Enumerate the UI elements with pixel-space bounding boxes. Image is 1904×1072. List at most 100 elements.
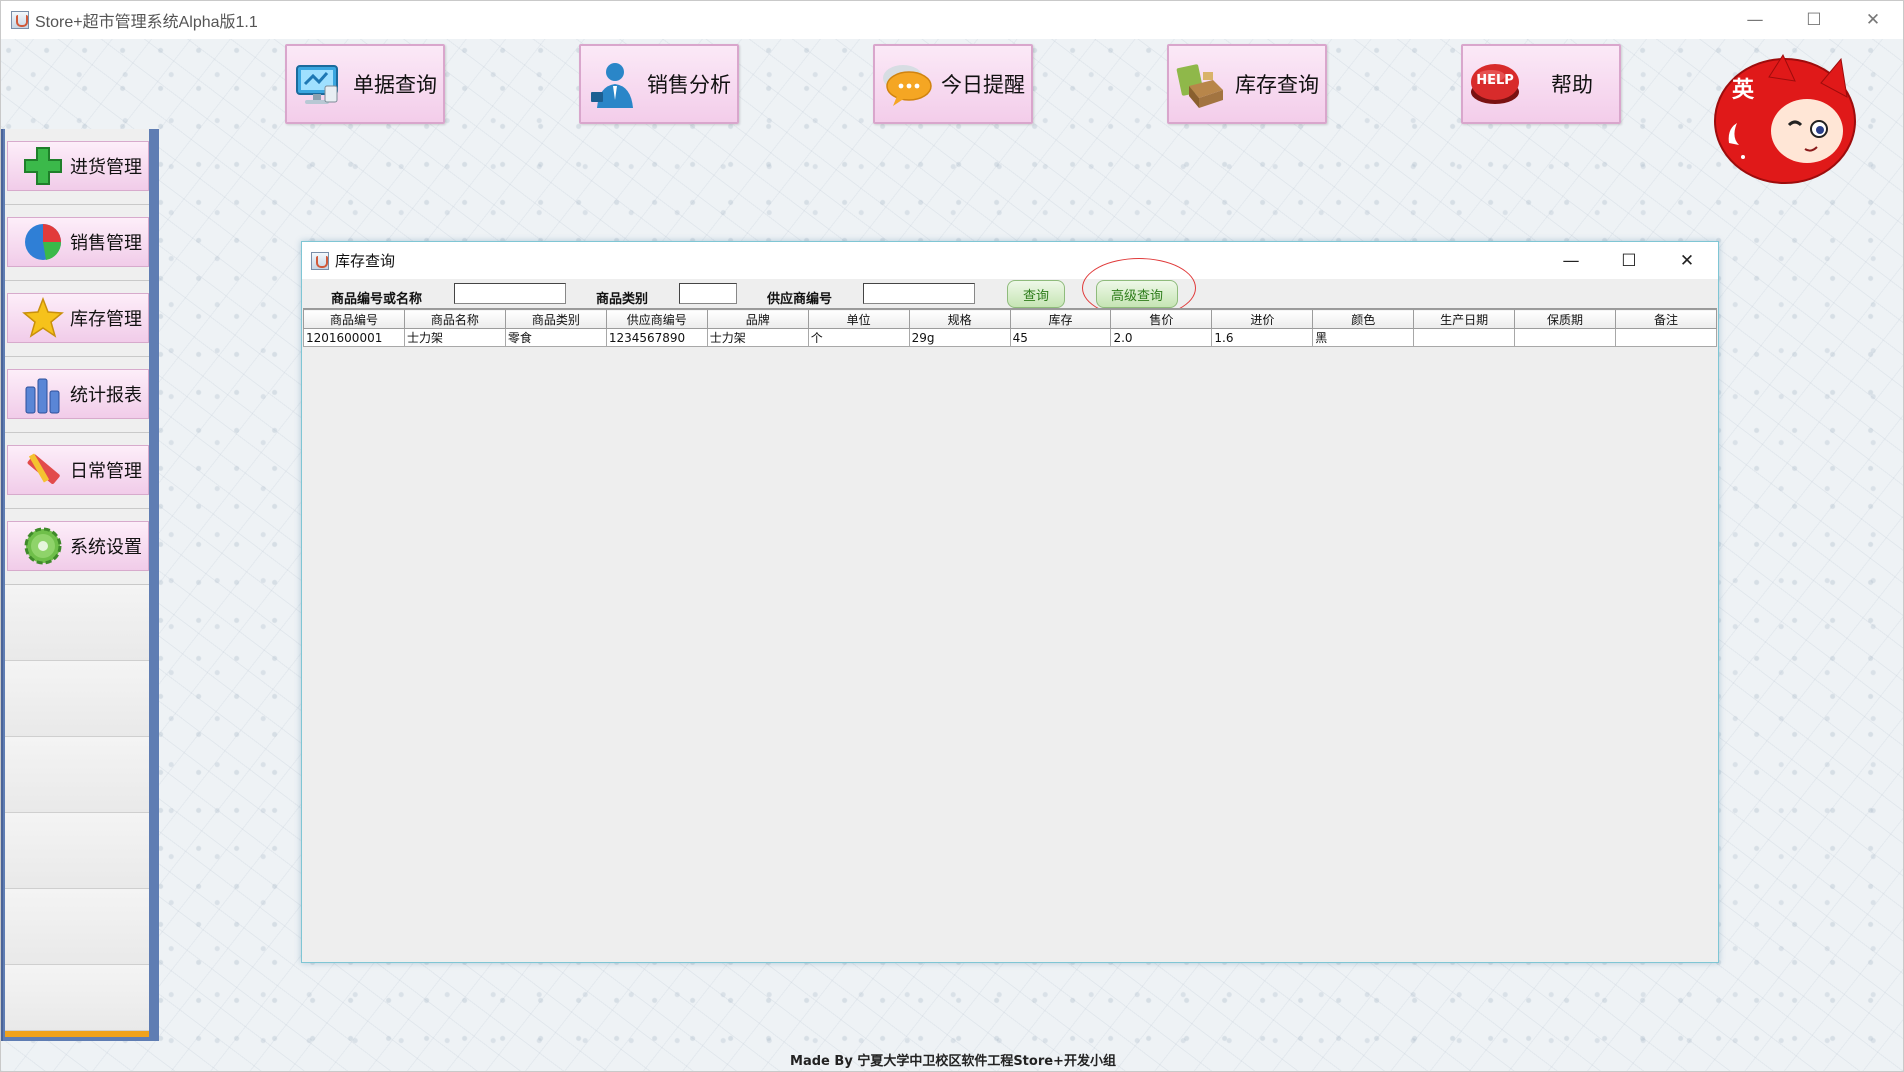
inventory-box-icon (1173, 56, 1229, 112)
code-or-name-label: 商品编号或名称 (331, 292, 423, 307)
column-header[interactable]: 库存 (1009, 309, 1112, 329)
sales-management-button[interactable]: 销售管理 (7, 217, 149, 267)
table-cell[interactable]: 零食 (504, 328, 607, 347)
table-cell[interactable]: 1234567890 (605, 328, 708, 347)
column-header[interactable]: 商品编号 (303, 309, 405, 329)
table-cell[interactable]: 45 (1009, 328, 1112, 347)
column-header[interactable]: 售价 (1110, 309, 1213, 329)
category-label: 商品类别 (596, 292, 649, 307)
table-cell[interactable]: 士力架 (706, 328, 809, 347)
column-header[interactable]: 备注 (1615, 309, 1717, 329)
frame-close-button[interactable]: ✕ (1658, 242, 1716, 279)
sidebar-empty-slot (5, 661, 149, 737)
column-header[interactable]: 品牌 (706, 309, 809, 329)
inventory-table-area[interactable]: 商品编号 商品名称 商品类别 供应商编号 品牌 单位 规格 库存 售价 进价 颜色 生产日期 保质期 备注… (303, 308, 1717, 960)
table-cell[interactable]: 2.0 (1110, 328, 1213, 347)
mascot-badge-text: 英 (1732, 78, 1755, 103)
help-button-icon: HELP (1467, 56, 1523, 112)
window-title: Store+超市管理系统Alpha版1.1 (35, 14, 258, 31)
sidebar-item-label: 系统设置 (70, 537, 142, 558)
supplier-input[interactable] (863, 283, 975, 304)
sidebar-item-daily[interactable]: 日常管理 (5, 433, 149, 509)
main-window: Store+超市管理系统Alpha版1.1 — ☐ ✕ 单据查询 销售分析 今日… (0, 0, 1904, 1072)
statistics-report-button[interactable]: 统计报表 (7, 369, 149, 419)
table-cell[interactable]: 1201600001 (303, 328, 405, 347)
java-app-icon (11, 11, 29, 29)
sidebar-empty-slot (5, 737, 149, 813)
table-cell[interactable]: 士力架 (403, 328, 506, 347)
receipt-query-button[interactable]: 单据查询 (285, 44, 445, 124)
sidebar-panel: 进货管理 销售管理 库存管理 统计报表 日常管理 系统设置 (5, 129, 149, 1037)
sidebar-empty-slot (5, 965, 149, 1031)
table-cell[interactable]: 黑 (1312, 328, 1415, 347)
inventory-table: 商品编号 商品名称 商品类别 供应商编号 品牌 单位 规格 库存 售价 进价 颜色 生产日期 保质期 备注… (303, 309, 1717, 347)
sidebar-item-label: 统计报表 (70, 385, 142, 406)
column-header[interactable]: 生产日期 (1413, 309, 1516, 329)
plus-icon (22, 145, 64, 187)
java-frame-icon (311, 251, 329, 270)
title-bar: Store+超市管理系统Alpha版1.1 — ☐ ✕ (1, 1, 1903, 39)
inventory-management-button[interactable]: 库存管理 (7, 293, 149, 343)
table-header-row: 商品编号 商品名称 商品类别 供应商编号 品牌 单位 规格 库存 售价 进价 颜色 生产日期 保质期 备注 (303, 309, 1717, 329)
column-header[interactable]: 供应商编号 (605, 309, 708, 329)
sidebar-item-label: 进货管理 (70, 157, 142, 178)
footer-credit: Made By 宁夏大学中卫校区软件工程Store+开发小组 (790, 1054, 1116, 1069)
purchase-management-button[interactable]: 进货管理 (7, 141, 149, 191)
sidebar-item-label: 库存管理 (70, 309, 142, 330)
column-header[interactable]: 单位 (807, 309, 910, 329)
frame-minimize-button[interactable]: — (1542, 242, 1600, 279)
close-button[interactable]: ✕ (1844, 1, 1902, 39)
table-row[interactable]: 1201600001 士力架 零食 1234567890 士力架个 29g 45 2.0 1.6… (303, 328, 1717, 347)
frame-title-bar: 库存查询 — ☐ ✕ (302, 242, 1718, 279)
sidebar-item-sales[interactable]: 销售管理 (5, 205, 149, 281)
star-icon (22, 296, 64, 339)
sales-analysis-label: 销售分析 (647, 73, 731, 97)
table-cell[interactable]: 29g (908, 328, 1011, 347)
pie-chart-icon (22, 221, 64, 263)
sidebar-empty-slot (5, 889, 149, 965)
ruler-pencil-icon (22, 449, 64, 491)
table-cell[interactable] (1413, 328, 1516, 347)
sidebar-item-label: 日常管理 (70, 461, 142, 482)
query-button[interactable]: 查询 (1007, 280, 1065, 308)
monitor-icon (291, 56, 347, 112)
column-header[interactable]: 保质期 (1514, 309, 1616, 329)
table-cell[interactable] (1514, 328, 1616, 347)
table-cell[interactable]: 个 (807, 328, 910, 347)
sidebar-empty-slot (5, 813, 149, 889)
sidebar-item-settings[interactable]: 系统设置 (5, 509, 149, 585)
daily-management-button[interactable]: 日常管理 (7, 445, 149, 495)
sidebar-item-reports[interactable]: 统计报表 (5, 357, 149, 433)
code-or-name-input[interactable] (454, 283, 566, 304)
help-icon-text: HELP (1476, 73, 1514, 88)
sidebar-item-label: 销售管理 (70, 233, 142, 254)
inventory-query-button[interactable]: 库存查询 (1167, 44, 1327, 124)
sidebar-empty-slot (5, 585, 149, 661)
column-header[interactable]: 商品名称 (403, 309, 506, 329)
maximize-button[interactable]: ☐ (1785, 1, 1843, 39)
inventory-query-label: 库存查询 (1235, 73, 1319, 97)
inventory-query-frame: 库存查询 — ☐ ✕ 商品编号或名称 商品类别 供应商编号 查询 高级查询 商品… (301, 241, 1719, 963)
frame-maximize-button[interactable]: ☐ (1600, 242, 1658, 279)
help-button[interactable]: HELP 帮助 (1461, 44, 1621, 124)
column-header[interactable]: 进价 (1211, 309, 1314, 329)
column-header[interactable]: 颜色 (1312, 309, 1415, 329)
today-reminder-button[interactable]: 今日提醒 (873, 44, 1033, 124)
category-input[interactable] (679, 283, 737, 304)
fox-mascot: 英 (1709, 53, 1859, 188)
help-label: 帮助 (1551, 73, 1593, 97)
sales-analysis-button[interactable]: 销售分析 (579, 44, 739, 124)
minimize-button[interactable]: — (1726, 1, 1784, 39)
supplier-label: 供应商编号 (767, 292, 833, 307)
column-header[interactable]: 商品类别 (504, 309, 607, 329)
table-cell[interactable] (1615, 328, 1717, 347)
left-sidebar: 进货管理 销售管理 库存管理 统计报表 日常管理 系统设置 (1, 129, 159, 1041)
column-header[interactable]: 规格 (908, 309, 1011, 329)
table-cell[interactable]: 1.6 (1211, 328, 1314, 347)
frame-title: 库存查询 (335, 252, 396, 270)
system-settings-button[interactable]: 系统设置 (7, 521, 149, 571)
gear-icon (22, 525, 64, 567)
bar-chart-icon (22, 373, 64, 415)
sidebar-item-purchase[interactable]: 进货管理 (5, 129, 149, 205)
sidebar-item-inventory[interactable]: 库存管理 (5, 281, 149, 357)
